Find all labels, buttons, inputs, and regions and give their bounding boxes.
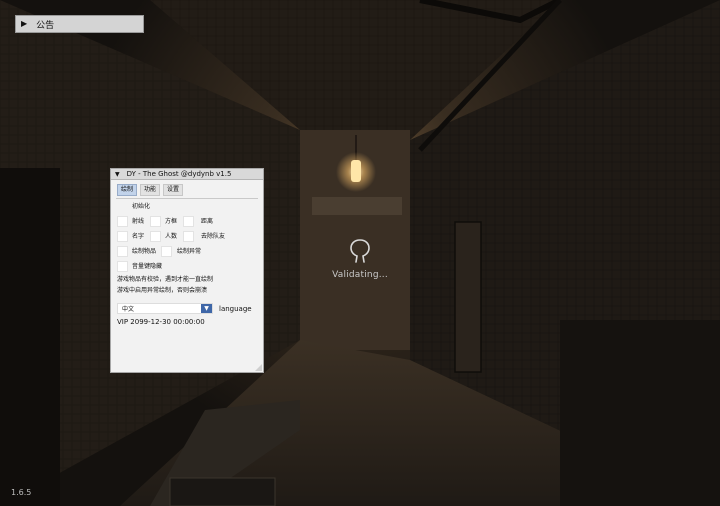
note-line-1: 游戏物品有校验，遇到才能一直绘制: [117, 276, 214, 283]
version-label: 1.6.5: [11, 488, 32, 497]
draw-items-checkbox[interactable]: [117, 246, 128, 257]
count-checkbox[interactable]: [150, 231, 161, 242]
announcement-label: 公告: [36, 20, 55, 31]
language-selected-value: 中文: [122, 306, 135, 313]
box-label: 方框: [165, 218, 178, 225]
hide-volume-checkbox[interactable]: [117, 261, 128, 272]
draw-anomaly-label: 绘制异常: [177, 248, 202, 255]
tab-functions[interactable]: 功能: [140, 184, 161, 196]
tab-draw[interactable]: 绘制: [117, 184, 138, 196]
menu-tabs: 绘制 功能 设置: [111, 180, 263, 196]
resize-grip-icon[interactable]: [255, 364, 262, 371]
remove-team-checkbox[interactable]: [183, 231, 194, 242]
collapse-arrow-icon[interactable]: ▼: [115, 171, 120, 178]
draw-anomaly-checkbox[interactable]: [161, 246, 172, 257]
expand-arrow-icon: ▶: [21, 19, 28, 28]
ray-label: 射线: [132, 218, 145, 225]
hide-volume-label: 音量键隐藏: [132, 263, 163, 270]
menu-title: DY - The Ghost @dydynb v1.5: [126, 170, 232, 178]
vip-expiry-text: VIP 2099-12-30 00:00:00: [117, 318, 205, 326]
draw-items-label: 绘制物品: [132, 248, 157, 255]
distance-label: 距离: [201, 218, 214, 225]
distance-checkbox[interactable]: [183, 216, 194, 227]
name-label: 名字: [132, 233, 145, 240]
box-checkbox[interactable]: [150, 216, 161, 227]
language-label: language: [219, 305, 252, 313]
init-label: 初始化: [132, 203, 151, 210]
remove-team-label: 去除队友: [201, 233, 226, 240]
note-line-2: 游戏中启用异常绘制，否则会崩溃: [117, 287, 208, 294]
tab-settings[interactable]: 设置: [163, 184, 184, 196]
loading-spinner-icon: [350, 239, 370, 263]
name-checkbox[interactable]: [117, 231, 128, 242]
count-label: 人数: [165, 233, 178, 240]
announcement-bar[interactable]: ▶ 公告: [15, 15, 144, 33]
dropdown-arrow-icon[interactable]: ▼: [201, 304, 212, 313]
menu-title-bar[interactable]: ▼ DY - The Ghost @dydynb v1.5: [111, 169, 263, 180]
language-select[interactable]: 中文 ▼: [117, 303, 213, 314]
tab-divider: [116, 198, 258, 199]
cheat-menu-window: ▼ DY - The Ghost @dydynb v1.5 绘制 功能 设置 初…: [110, 168, 264, 373]
ray-checkbox[interactable]: [117, 216, 128, 227]
loading-status-text: Validating...: [332, 270, 388, 280]
